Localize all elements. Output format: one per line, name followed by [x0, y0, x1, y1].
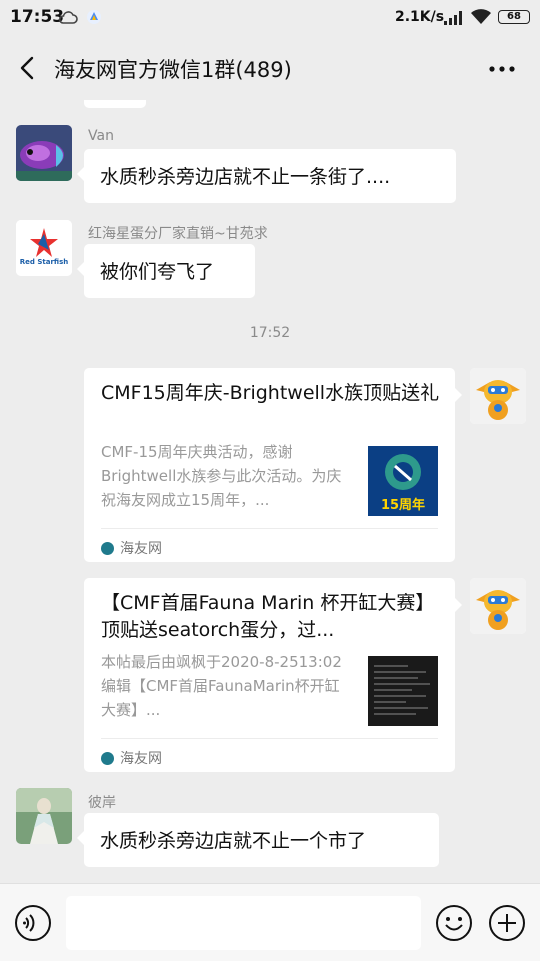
timestamp: 17:52	[249, 325, 291, 341]
card-source: 海友网	[101, 748, 162, 768]
avatar-logo-text: Red Starfish	[19, 258, 69, 266]
message-text: 被你们夸飞了	[100, 261, 215, 283]
message-bubble[interactable]: 水质秒杀旁边店就不止一个市了	[77, 813, 439, 867]
card-source: 海友网	[101, 538, 162, 558]
message-bubble[interactable]: 水质秒杀旁边店就不止一条街了....	[77, 149, 456, 203]
card-divider	[101, 738, 438, 739]
card-thumbnail: 15周年	[368, 446, 438, 516]
status-bar: 17:53 2.1K/s 68	[0, 0, 540, 36]
sender-name: Van	[88, 128, 114, 144]
avatar-bian[interactable]	[16, 788, 72, 844]
back-chevron-icon[interactable]	[14, 54, 42, 82]
sender-name: 红海星蛋分厂家直销~甘苑求	[88, 226, 268, 242]
signal-icon	[444, 10, 464, 25]
source-label: 海友网	[120, 751, 162, 767]
emoji-icon[interactable]	[435, 904, 473, 942]
plus-icon[interactable]	[488, 904, 526, 942]
source-label: 海友网	[120, 541, 162, 557]
cloud-icon	[58, 10, 78, 29]
link-card[interactable]: CMF15周年庆-Brightwell水族顶贴送礼 CMF-15周年庆典活动，感…	[84, 368, 462, 562]
app-notification-icon	[86, 9, 102, 29]
chat-header: 海友网官方微信1群(489)	[0, 36, 540, 100]
thumb-text: 15周年	[380, 498, 426, 513]
chat-title: 海友网官方微信1群(489)	[54, 58, 292, 82]
card-description: CMF-15周年庆典活动，感谢Brightwell水族参与此次活动。为庆祝海友网…	[101, 443, 342, 509]
avatar-van[interactable]	[16, 125, 72, 181]
source-logo-icon	[101, 542, 114, 555]
source-logo-icon	[101, 752, 114, 765]
avatar-self[interactable]	[470, 578, 526, 634]
message-text: 水质秒杀旁边店就不止一条街了....	[100, 166, 391, 188]
link-card[interactable]: 【CMF首届Fauna Marin 杯开缸大赛】顶贴送seatorch蛋分，过.…	[84, 578, 462, 772]
message-bubble[interactable]: 被你们夸飞了	[77, 244, 255, 298]
card-thumbnail	[368, 656, 438, 726]
status-time: 17:53	[10, 7, 65, 27]
message-input[interactable]	[66, 896, 421, 950]
message-text: 水质秒杀旁边店就不止一个市了	[100, 830, 367, 852]
wifi-icon	[470, 8, 492, 26]
card-title: 【CMF首届Fauna Marin 杯开缸大赛】顶贴送seatorch蛋分，过.…	[101, 592, 435, 641]
partial-bubble	[84, 100, 146, 108]
avatar-red-starfish[interactable]: Red Starfish	[16, 220, 72, 276]
input-bar	[0, 883, 540, 961]
network-speed: 2.1K/s	[395, 9, 445, 25]
more-dots-icon[interactable]	[486, 56, 518, 82]
card-title: CMF15周年庆-Brightwell水族顶贴送礼	[101, 382, 440, 404]
battery-level: 68	[507, 11, 521, 22]
card-description: 本帖最后由飒枫于2020-8-2513:02编辑【CMF首届FaunaMarin…	[101, 653, 342, 719]
avatar-self[interactable]	[470, 368, 526, 424]
card-divider	[101, 528, 438, 529]
voice-icon[interactable]	[14, 904, 52, 942]
sender-name: 彼岸	[88, 795, 116, 811]
battery-icon: 68	[498, 10, 530, 24]
chat-area[interactable]: Van 水质秒杀旁边店就不止一条街了.... Red Starfish 红海星蛋…	[0, 100, 540, 883]
